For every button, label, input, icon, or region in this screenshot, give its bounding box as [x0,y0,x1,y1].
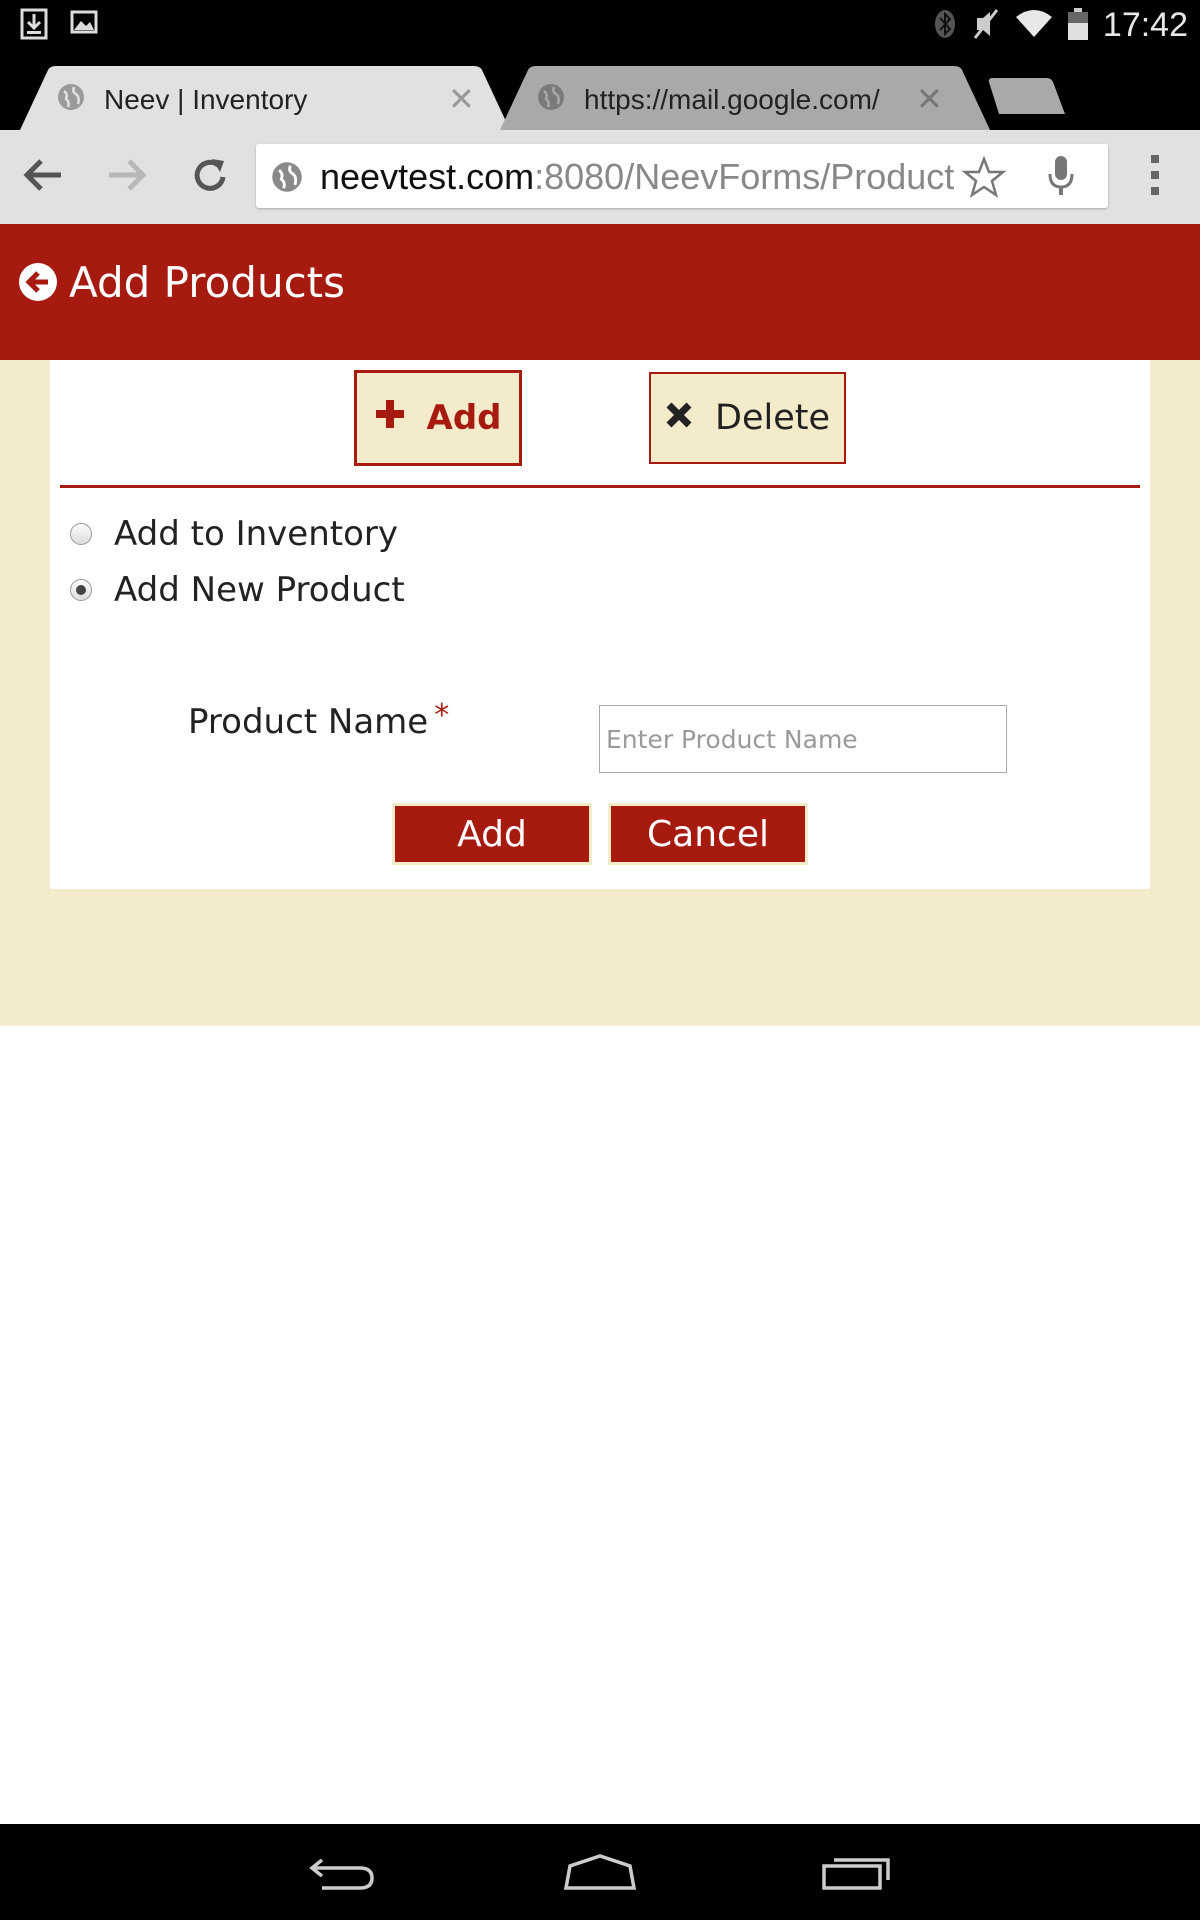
forward-icon[interactable] [102,150,152,200]
radio-button[interactable] [70,579,92,601]
add-mode-button[interactable]: Add [354,370,522,466]
browser-toolbar: neevtest.com:8080/NeevForms/Product [0,130,1200,225]
home-nav-icon[interactable] [560,1846,640,1898]
image-icon [70,8,98,44]
vibrate-off-icon [971,8,1001,44]
cancel-button[interactable]: Cancel [608,803,808,865]
delete-mode-label: Delete [715,398,830,438]
tab-inactive[interactable]: https://mail.google.com/ ✕ [500,66,990,130]
reload-icon[interactable] [185,150,235,200]
url-path: :8080/NeevForms/Product [534,156,955,197]
microphone-icon[interactable] [1046,154,1076,202]
radio-add-new-product[interactable]: Add New Product [70,570,405,610]
new-tab-button[interactable] [985,66,1070,130]
star-icon[interactable] [961,155,1007,202]
url-text: neevtest.com:8080/NeevForms/Product [320,156,1000,198]
bluetooth-icon [933,8,957,44]
recents-nav-icon[interactable] [817,1846,897,1898]
radio-button[interactable] [70,523,92,545]
globe-icon [536,82,566,116]
form-panel [50,360,1150,889]
close-icon[interactable]: ✕ [916,80,943,118]
battery-icon [1067,7,1089,45]
page-header: Add Products [0,224,1200,360]
tab-active[interactable]: Neev | Inventory ✕ [20,66,510,130]
required-marker: * [434,698,450,733]
tab-title: Neev | Inventory [104,84,308,115]
tab-title: https://mail.google.com/ [584,84,880,115]
radio-label: Add New Product [114,570,405,610]
download-icon [20,8,48,44]
clock: 17:42 [1102,6,1188,44]
back-nav-icon[interactable] [303,1846,383,1898]
page-title: Add Products [69,258,346,307]
plus-icon [375,398,405,438]
wifi-icon [1015,9,1053,43]
nav-bar [0,1824,1200,1920]
globe-icon [270,160,304,198]
menu-icon[interactable] [1130,150,1180,200]
radio-add-to-inventory[interactable]: Add to Inventory [70,514,398,554]
divider [60,485,1140,488]
add-button[interactable]: Add [392,803,592,865]
product-name-input[interactable] [599,705,1007,773]
radio-label: Add to Inventory [114,514,398,554]
product-name-label: Product Name * [188,698,449,742]
status-bar: 17:42 [0,0,1200,50]
close-icon[interactable]: ✕ [448,80,475,118]
close-icon [665,398,693,438]
omnibox[interactable]: neevtest.com:8080/NeevForms/Product [256,144,1108,208]
product-name-label-text: Product Name [188,702,429,742]
back-icon[interactable] [18,150,68,200]
url-host: neevtest.com [320,156,535,197]
tab-strip: Neev | Inventory ✕ https://mail.google.c… [0,50,1200,130]
globe-icon [56,82,86,116]
back-arrow-icon[interactable] [18,262,58,306]
delete-mode-button[interactable]: Delete [649,372,846,464]
add-mode-label: Add [426,398,502,438]
